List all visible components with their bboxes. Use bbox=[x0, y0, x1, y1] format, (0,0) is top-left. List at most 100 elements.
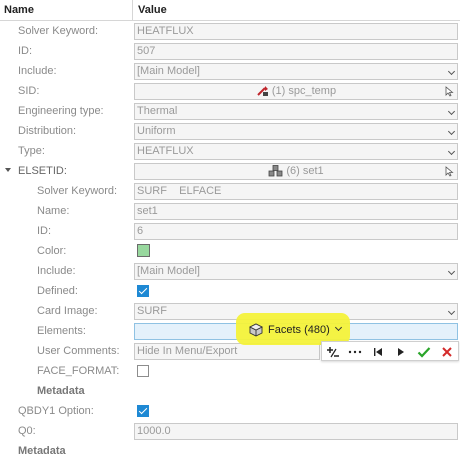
q0-label: Q0: bbox=[18, 425, 36, 437]
more-icon bbox=[348, 350, 362, 353]
type-label: Type: bbox=[18, 145, 45, 157]
chevron-down-icon bbox=[334, 323, 342, 331]
set-solver-keyword-label: Solver Keyword: bbox=[37, 185, 118, 197]
set-include-value: [Main Model] bbox=[137, 265, 200, 277]
set-card-image-label: Card Image: bbox=[37, 305, 98, 317]
engineering-type-value: Thermal bbox=[137, 105, 178, 117]
add-remove-icon bbox=[327, 346, 339, 357]
row-set-card-image: Card Image: SURF bbox=[0, 301, 460, 321]
row-set-elements: Elements: bbox=[0, 321, 460, 341]
row-type: Type: HEATFLUX bbox=[0, 141, 460, 161]
set-name-label: Name: bbox=[37, 205, 70, 217]
row-qbdy1-option: QBDY1 Option: bbox=[0, 401, 460, 421]
row-solver-keyword: Solver Keyword: HEATFLUX bbox=[0, 21, 460, 41]
name-column-header[interactable]: Name bbox=[0, 0, 133, 21]
set-metadata-label[interactable]: Metadata bbox=[37, 381, 85, 401]
chevron-down-icon bbox=[447, 127, 456, 136]
set-elements-label: Elements: bbox=[37, 325, 86, 337]
row-set-solver-keyword: Solver Keyword: SURF ELFACE bbox=[0, 181, 460, 201]
add-remove-button[interactable] bbox=[323, 343, 343, 360]
row-set-include: Include: [Main Model] bbox=[0, 261, 460, 281]
collapse-icon[interactable] bbox=[5, 168, 11, 172]
card-image-value: SURF bbox=[137, 305, 167, 317]
set-face-format-label: FACE_FORMAT: bbox=[37, 365, 120, 377]
solver-keyword-label: Solver Keyword: bbox=[18, 25, 99, 37]
more-button[interactable] bbox=[345, 343, 365, 360]
set-id-label: ID: bbox=[37, 225, 52, 237]
sid-selector[interactable]: (1) spc_temp bbox=[134, 83, 458, 100]
chevron-down-icon bbox=[447, 307, 456, 316]
facets-label: Facets (480) bbox=[268, 324, 330, 336]
user-comments-value: Hide In Menu/Export bbox=[137, 345, 238, 357]
row-set-defined: Defined: bbox=[0, 281, 460, 301]
distribution-dropdown[interactable]: Uniform bbox=[134, 123, 458, 140]
face-format-checkbox[interactable] bbox=[137, 365, 149, 377]
include-dropdown[interactable]: [Main Model] bbox=[134, 63, 458, 80]
chevron-down-icon bbox=[447, 147, 456, 156]
set-solver-keyword-field: SURF ELFACE bbox=[134, 183, 458, 200]
id-field[interactable]: 507 bbox=[134, 43, 458, 60]
distribution-value: Uniform bbox=[137, 125, 176, 137]
sid-value: (1) spc_temp bbox=[271, 85, 337, 97]
pointer-icon bbox=[445, 166, 454, 177]
row-metadata: Metadata bbox=[0, 441, 460, 459]
defined-checkbox[interactable] bbox=[137, 285, 149, 297]
row-distribution: Distribution: Uniform bbox=[0, 121, 460, 141]
row-id: ID: 507 bbox=[0, 41, 460, 61]
value-column-header[interactable]: Value bbox=[134, 0, 167, 21]
first-icon bbox=[374, 347, 382, 356]
chevron-down-icon bbox=[447, 67, 456, 76]
qbdy1-option-label: QBDY1 Option: bbox=[18, 405, 94, 417]
reject-icon bbox=[442, 346, 452, 357]
elsetid-value: (6) set1 bbox=[286, 165, 324, 177]
row-set-face-format: FACE_FORMAT: bbox=[0, 361, 460, 381]
color-swatch[interactable] bbox=[137, 244, 150, 257]
sid-label: SID: bbox=[18, 85, 40, 97]
accept-icon bbox=[417, 346, 431, 358]
row-set-id: ID: 6 bbox=[0, 221, 460, 241]
row-q0: Q0: 1000.0 bbox=[0, 421, 460, 441]
set-include-dropdown[interactable]: [Main Model] bbox=[134, 263, 458, 280]
set-id-field[interactable]: 6 bbox=[134, 223, 458, 240]
qbdy1-option-checkbox[interactable] bbox=[137, 405, 149, 417]
set-icon bbox=[268, 165, 283, 177]
row-set-color: Color: bbox=[0, 241, 460, 261]
engineering-type-label: Engineering type: bbox=[18, 105, 104, 117]
include-label: Include: bbox=[18, 65, 57, 77]
set-user-comments-label: User Comments: bbox=[37, 345, 120, 357]
accept-button[interactable] bbox=[414, 343, 434, 360]
cube-icon bbox=[249, 323, 263, 337]
row-set-metadata: Metadata bbox=[0, 381, 460, 401]
solver-keyword-field: HEATFLUX bbox=[134, 23, 458, 40]
elsetid-selector[interactable]: (6) set1 bbox=[134, 163, 458, 180]
set-defined-label: Defined: bbox=[37, 285, 78, 297]
q0-field[interactable]: 1000.0 bbox=[134, 423, 458, 440]
include-value: [Main Model] bbox=[137, 65, 200, 77]
metadata-label[interactable]: Metadata bbox=[18, 441, 66, 459]
type-value: HEATFLUX bbox=[137, 145, 194, 157]
reject-button[interactable] bbox=[437, 343, 457, 360]
next-icon bbox=[398, 347, 404, 356]
type-dropdown[interactable]: HEATFLUX bbox=[134, 143, 458, 160]
selection-toolbar bbox=[321, 341, 459, 361]
table-header: Name Value bbox=[0, 0, 460, 21]
row-sid: SID: (1) spc_temp bbox=[0, 81, 460, 101]
load-collector-icon bbox=[257, 86, 268, 97]
set-include-label: Include: bbox=[37, 265, 76, 277]
engineering-type-dropdown[interactable]: Thermal bbox=[134, 103, 458, 120]
row-elsetid: ELSETID: (6) set1 bbox=[0, 161, 460, 181]
row-set-name: Name: set1 bbox=[0, 201, 460, 221]
chevron-down-icon bbox=[447, 267, 456, 276]
set-color-label: Color: bbox=[37, 245, 67, 257]
row-engineering-type: Engineering type: Thermal bbox=[0, 101, 460, 121]
row-include: Include: [Main Model] bbox=[0, 61, 460, 81]
first-button[interactable] bbox=[368, 343, 388, 360]
set-name-field[interactable]: set1 bbox=[134, 203, 458, 220]
distribution-label: Distribution: bbox=[18, 125, 77, 137]
next-button[interactable] bbox=[391, 343, 411, 360]
user-comments-dropdown[interactable]: Hide In Menu/Export bbox=[134, 343, 320, 360]
facets-button[interactable]: Facets (480) bbox=[249, 322, 342, 339]
chevron-down-icon bbox=[447, 107, 456, 116]
elsetid-label: ELSETID: bbox=[18, 165, 67, 177]
id-label: ID: bbox=[18, 45, 33, 57]
